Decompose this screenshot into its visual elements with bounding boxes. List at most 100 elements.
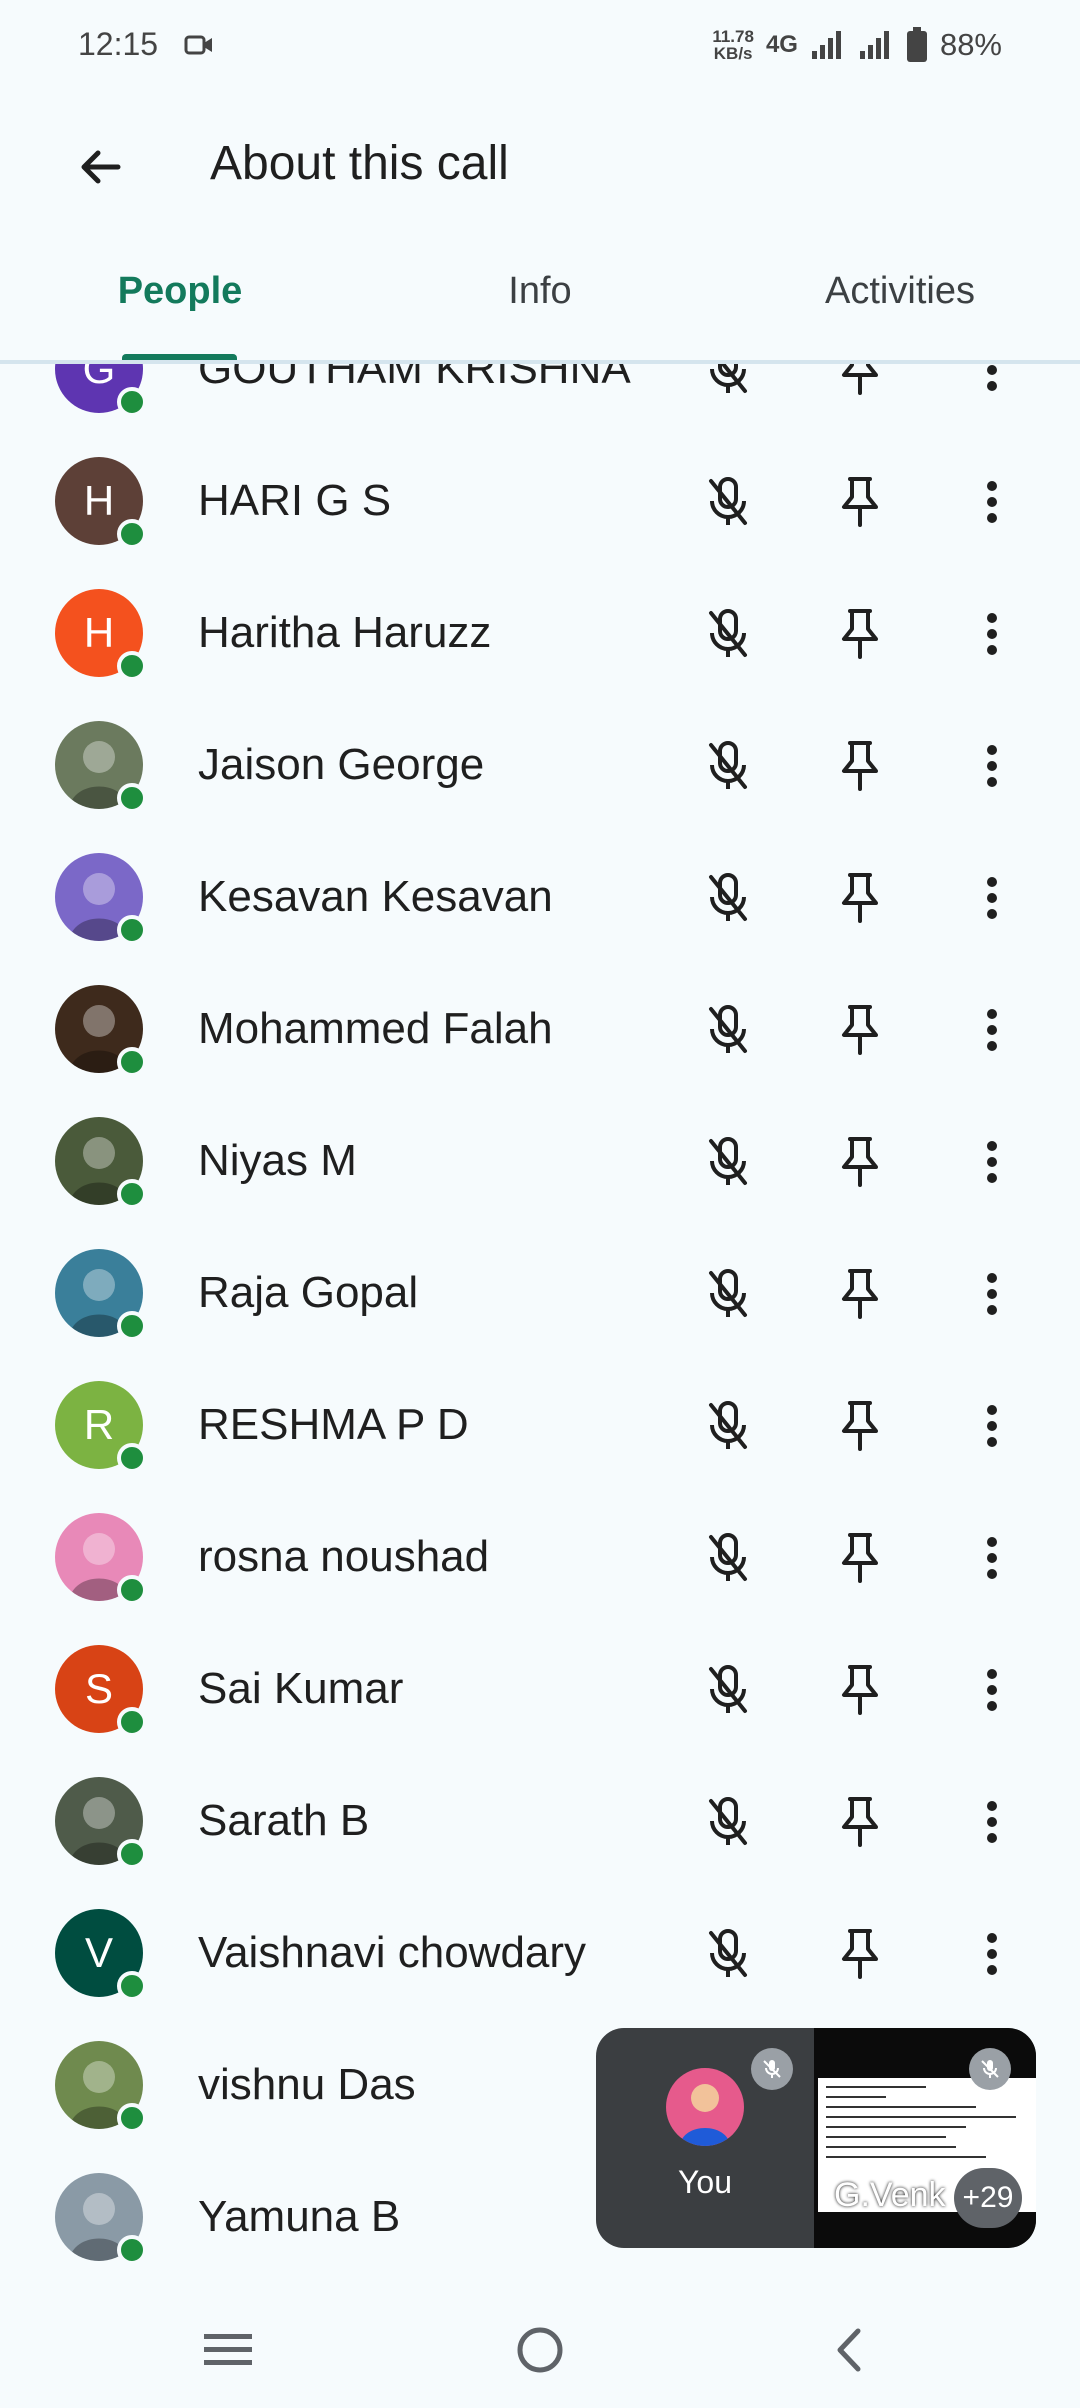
more-options-button[interactable] — [962, 868, 1022, 928]
pin-button[interactable] — [830, 1396, 890, 1456]
avatar: V — [55, 1909, 147, 2001]
page-title: About this call — [210, 137, 509, 190]
mic-off-icon — [709, 741, 747, 789]
pin-button[interactable] — [830, 1792, 890, 1852]
online-status-dot — [117, 1443, 147, 1473]
menu-icon — [204, 2334, 252, 2365]
mute-button[interactable] — [698, 1000, 758, 1060]
participant-row[interactable]: Niyas M — [0, 1096, 1080, 1228]
participant-row[interactable]: Mohammed Falah — [0, 964, 1080, 1096]
pin-button[interactable] — [830, 1528, 890, 1588]
more-options-button[interactable] — [962, 1660, 1022, 1720]
mute-button[interactable] — [698, 1264, 758, 1324]
pin-icon — [842, 741, 878, 791]
self-mic-off-icon — [751, 2048, 793, 2090]
more-vert-icon — [987, 1801, 997, 1843]
mic-off-icon — [709, 609, 747, 657]
participant-row[interactable]: Jaison George — [0, 700, 1080, 832]
recent-apps-button[interactable] — [188, 2318, 268, 2382]
participant-row[interactable]: H Haritha Haruzz — [0, 568, 1080, 700]
mute-button[interactable] — [698, 1792, 758, 1852]
mute-button[interactable] — [698, 1528, 758, 1588]
mute-button[interactable] — [698, 736, 758, 796]
more-options-button[interactable] — [962, 1528, 1022, 1588]
self-tile[interactable]: You — [596, 2028, 814, 2248]
online-status-dot — [117, 2235, 147, 2265]
pin-icon — [842, 1005, 878, 1055]
network-type: 4G — [765, 31, 798, 58]
tab-info[interactable]: Info — [460, 270, 620, 313]
online-status-dot — [117, 915, 147, 945]
more-options-button[interactable] — [962, 1924, 1022, 1984]
mute-button[interactable] — [698, 1132, 758, 1192]
network-speed: 11.78 KB/s — [712, 28, 754, 62]
more-options-button[interactable] — [962, 364, 1022, 400]
more-participants-badge[interactable]: +29 — [954, 2168, 1022, 2228]
pin-button[interactable] — [830, 1660, 890, 1720]
presenter-tile[interactable]: G.Venk +29 — [814, 2028, 1036, 2248]
participant-row[interactable]: rosna noushad — [0, 1492, 1080, 1624]
pin-button[interactable] — [830, 1264, 890, 1324]
mute-button[interactable] — [698, 1660, 758, 1720]
participant-row[interactable]: H HARI G S — [0, 436, 1080, 568]
participant-name: vishnu Das — [198, 2060, 416, 2109]
avatar-initial: V — [84, 1929, 113, 1976]
pin-icon — [842, 1137, 878, 1187]
online-status-dot — [117, 519, 147, 549]
signal-icon — [811, 31, 841, 59]
pin-button[interactable] — [830, 472, 890, 532]
online-status-dot — [117, 783, 147, 813]
call-preview[interactable]: You G.Venk +29 — [596, 2028, 1036, 2248]
mic-off-icon — [709, 873, 747, 921]
avatar: H — [55, 589, 147, 681]
avatar — [55, 1249, 147, 1341]
participant-row[interactable]: S Sai Kumar — [0, 1624, 1080, 1756]
pin-button[interactable] — [830, 604, 890, 664]
pin-button[interactable] — [830, 868, 890, 928]
more-options-button[interactable] — [962, 736, 1022, 796]
participant-list[interactable]: G GOUTHAM KRISHNA H HARI G S H Haritha Haruzz… — [0, 364, 1080, 2294]
pin-button[interactable] — [830, 1000, 890, 1060]
home-button[interactable] — [500, 2318, 580, 2382]
mute-button[interactable] — [698, 868, 758, 928]
mute-button[interactable] — [698, 604, 758, 664]
battery-icon — [906, 27, 927, 62]
pin-button[interactable] — [830, 1132, 890, 1192]
pin-icon — [842, 1665, 878, 1715]
network-speed-value: 11.78 — [712, 27, 754, 46]
more-options-button[interactable] — [962, 604, 1022, 664]
participant-row[interactable]: R RESHMA P D — [0, 1360, 1080, 1492]
mute-button[interactable] — [698, 1396, 758, 1456]
back-button[interactable] — [60, 132, 140, 202]
pin-button[interactable] — [830, 364, 890, 400]
participant-row[interactable]: Kesavan Kesavan — [0, 832, 1080, 964]
pin-icon — [842, 609, 878, 659]
more-options-button[interactable] — [962, 1132, 1022, 1192]
more-vert-icon — [987, 481, 997, 523]
more-options-button[interactable] — [962, 1792, 1022, 1852]
pin-button[interactable] — [830, 1924, 890, 1984]
mute-button[interactable] — [698, 472, 758, 532]
tab-activities[interactable]: Activities — [790, 270, 1010, 313]
mute-button[interactable] — [698, 1924, 758, 1984]
avatar: R — [55, 1381, 147, 1473]
mute-button[interactable] — [698, 364, 758, 400]
participant-row[interactable]: Sarath B — [0, 1756, 1080, 1888]
more-options-button[interactable] — [962, 1396, 1022, 1456]
mic-off-icon — [709, 1929, 747, 1977]
pin-icon — [842, 477, 878, 527]
pin-button[interactable] — [830, 736, 890, 796]
participant-row[interactable]: G GOUTHAM KRISHNA — [0, 364, 1080, 436]
online-status-dot — [117, 1971, 147, 2001]
more-options-button[interactable] — [962, 1264, 1022, 1324]
more-options-button[interactable] — [962, 1000, 1022, 1060]
participant-name: RESHMA P D — [198, 1400, 469, 1449]
participant-row[interactable]: V Vaishnavi chowdary — [0, 1888, 1080, 2020]
participant-row[interactable]: Raja Gopal — [0, 1228, 1080, 1360]
more-options-button[interactable] — [962, 472, 1022, 532]
participant-name: Vaishnavi chowdary — [198, 1928, 587, 1977]
mic-off-icon — [709, 477, 747, 525]
back-nav-button[interactable] — [808, 2318, 888, 2382]
tab-people[interactable]: People — [100, 270, 260, 313]
pin-icon — [842, 1797, 878, 1847]
